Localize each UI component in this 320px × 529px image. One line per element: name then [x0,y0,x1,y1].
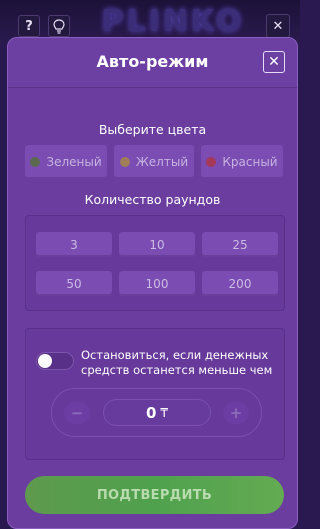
red-dot-icon [206,157,217,167]
amount-field[interactable]: 0 ₸ [103,399,211,426]
stop-condition-panel: Остановиться, если денежных средств оста… [25,328,285,460]
rounds-option-3[interactable]: 3 [36,232,112,257]
amount-value: 0 [145,403,157,422]
top-bar: ? PLINKO ✕ [0,0,300,42]
exit-button[interactable]: ✕ [266,14,290,38]
close-button[interactable]: ✕ [263,51,285,73]
lightbulb-icon[interactable] [48,15,70,37]
confirm-button[interactable]: ПОДТВЕРДИТЬ [25,476,284,514]
stop-condition-label: Остановиться, если денежных средств оста… [81,348,273,377]
auto-mode-modal: Авто-режим ✕ Выберите цвета Зеленый Желт… [7,37,298,529]
stop-toggle[interactable] [36,352,74,370]
yellow-dot-icon [119,157,130,167]
rounds-section-title: Количество раундов [84,192,221,207]
help-button[interactable]: ? [18,15,40,37]
rounds-panel: 3 10 25 50 100 200 [25,215,285,311]
color-option-label: Красный [222,155,278,169]
amount-stepper: − 0 ₸ + [51,388,262,437]
color-option-green[interactable]: Зеленый [25,145,107,179]
currency-icon: ₸ [160,405,169,420]
green-dot-icon [30,157,41,167]
color-option-label: Зеленый [46,155,102,169]
lightbulb-icon-svg [53,18,65,34]
rounds-option-100[interactable]: 100 [119,271,195,296]
color-option-yellow[interactable]: Желтый [114,145,194,179]
modal-title: Авто-режим [96,52,209,71]
color-option-red[interactable]: Красный [201,145,283,179]
rounds-option-50[interactable]: 50 [36,271,112,296]
color-option-label: Желтый [135,155,189,169]
toggle-knob [38,354,52,368]
rounds-option-25[interactable]: 25 [202,232,278,257]
game-logo: PLINKO [101,4,245,39]
minus-button[interactable]: − [64,402,90,424]
rounds-option-200[interactable]: 200 [202,271,278,296]
rounds-option-10[interactable]: 10 [119,232,195,257]
plus-button[interactable]: + [223,402,249,424]
colors-section-title: Выберите цвета [98,122,207,137]
modal-header: Авто-режим ✕ [8,38,297,88]
